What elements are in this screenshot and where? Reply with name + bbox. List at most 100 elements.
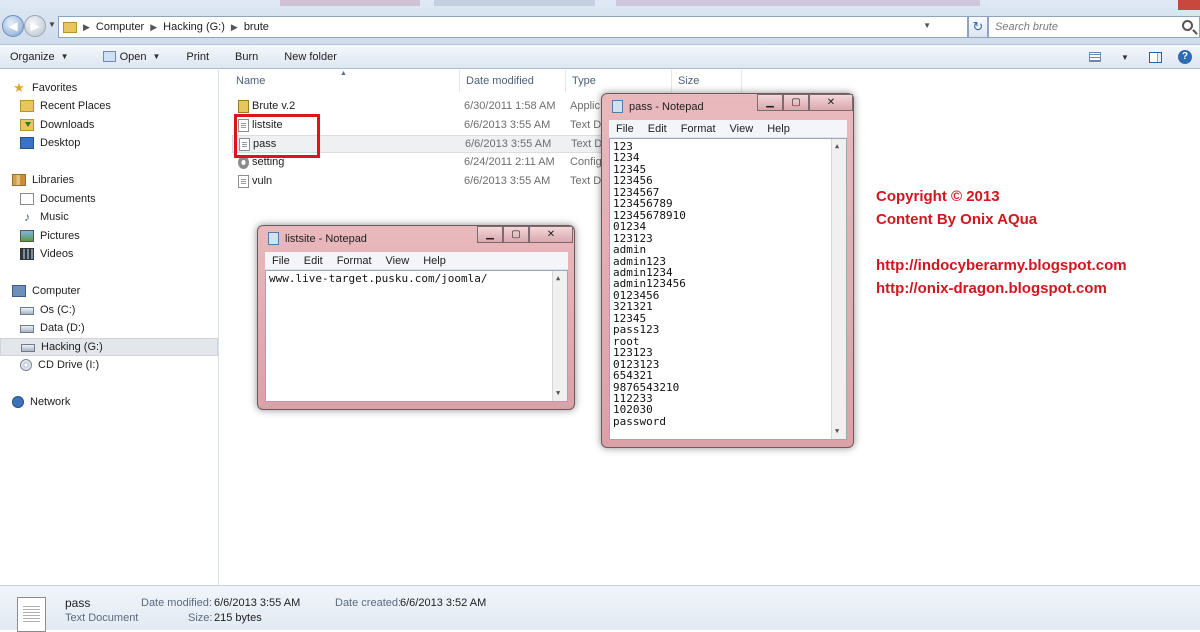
- minimize-button[interactable]: ▁: [477, 226, 503, 243]
- nav-libraries-label: Libraries: [32, 174, 75, 186]
- nav-desktop[interactable]: Desktop: [20, 134, 238, 152]
- details-modified-value: 6/6/2013 3:55 AM: [214, 597, 301, 609]
- menu-file[interactable]: File: [265, 255, 297, 267]
- highlight-annotation-box: [234, 114, 320, 158]
- details-file-kind: Text Document: [65, 612, 139, 624]
- scroll-down-icon[interactable]: ▼: [835, 426, 839, 437]
- forward-button[interactable]: ▶: [24, 15, 46, 37]
- breadcrumb-drive[interactable]: Hacking (G:): [163, 21, 225, 33]
- text-line: 654321: [613, 369, 653, 383]
- text-line: 321321: [613, 300, 653, 314]
- scroll-up-icon[interactable]: ▲: [835, 141, 839, 152]
- menu-file[interactable]: File: [609, 123, 641, 135]
- new-folder-button[interactable]: New folder: [274, 51, 347, 63]
- search-input[interactable]: Search brute: [988, 16, 1200, 38]
- chevron-down-icon: ▼: [152, 52, 161, 61]
- address-box[interactable]: ▶ Computer ▶ Hacking (G:) ▶ brute ▼: [58, 16, 968, 38]
- scroll-down-icon[interactable]: ▼: [556, 388, 560, 399]
- nav-libraries[interactable]: Libraries: [12, 171, 230, 189]
- breadcrumb-folder[interactable]: brute: [244, 21, 269, 33]
- nav-drive-c-label: Os (C:): [40, 304, 76, 316]
- nav-favorites-label: Favorites: [32, 82, 78, 94]
- nav-drive-g[interactable]: Hacking (G:): [0, 338, 218, 356]
- nav-pictures[interactable]: Pictures: [20, 227, 238, 245]
- file-date: 6/30/2011 1:58 AM: [464, 100, 556, 112]
- menu-view[interactable]: View: [379, 255, 417, 267]
- search-icon[interactable]: [1182, 20, 1193, 31]
- address-history-dropdown-icon[interactable]: ▼: [923, 21, 931, 30]
- help-button[interactable]: ?: [1174, 48, 1196, 66]
- file-date: 6/24/2011 2:11 AM: [464, 156, 555, 168]
- folder-icon: [63, 21, 77, 33]
- text-line: admin: [613, 243, 647, 257]
- print-button[interactable]: Print: [176, 51, 219, 63]
- notepad-text-area[interactable]: www.live-target.pusku.com/joomla/ ▲ ▼: [265, 270, 568, 402]
- back-button[interactable]: ◀: [2, 15, 24, 37]
- notepad-menu-bar: File Edit Format View Help: [265, 252, 568, 270]
- recent-pages-dropdown-icon[interactable]: ▼: [48, 20, 56, 29]
- close-button[interactable]: ✕: [809, 94, 853, 111]
- nav-drive-d[interactable]: Data (D:): [20, 319, 238, 337]
- libraries-icon: [12, 174, 26, 186]
- text-line: 12345678910: [613, 208, 686, 222]
- nav-music[interactable]: ♪ Music: [20, 208, 238, 226]
- nav-recent-places[interactable]: Recent Places: [20, 97, 238, 115]
- maximize-button[interactable]: ▢: [503, 226, 529, 243]
- hard-drive-icon: [20, 307, 34, 315]
- column-header-date[interactable]: Date modified: [460, 70, 566, 92]
- nav-network[interactable]: Network: [12, 393, 230, 411]
- nav-drive-c[interactable]: Os (C:): [20, 301, 238, 319]
- vertical-scrollbar[interactable]: ▲ ▼: [552, 271, 567, 401]
- text-line: 01234: [613, 220, 647, 234]
- change-view-button[interactable]: [1084, 48, 1106, 66]
- menu-edit[interactable]: Edit: [297, 255, 330, 267]
- notepad-menu-bar: File Edit Format View Help: [609, 120, 847, 138]
- film-icon: [20, 248, 34, 260]
- chevron-down-icon: ▼: [60, 52, 69, 61]
- text-line: 1234: [613, 151, 640, 165]
- notepad-text-area[interactable]: 123 1234 12345 123456 1234567 123456789 …: [609, 138, 847, 440]
- menu-help[interactable]: Help: [760, 123, 797, 135]
- maximize-button[interactable]: ▢: [783, 94, 809, 111]
- menu-view[interactable]: View: [723, 123, 761, 135]
- column-header-size[interactable]: Size: [672, 70, 742, 92]
- burn-button[interactable]: Burn: [225, 51, 268, 63]
- nav-videos[interactable]: Videos: [20, 245, 238, 263]
- nav-videos-label: Videos: [40, 248, 74, 260]
- vertical-scrollbar[interactable]: ▲ ▼: [831, 139, 846, 439]
- nav-computer[interactable]: Computer: [12, 282, 230, 300]
- text-line: 123123: [613, 346, 653, 360]
- author-text: Content By Onix AQua: [876, 211, 1038, 228]
- pictures-icon: [20, 230, 34, 242]
- notepad-app-icon: [612, 100, 623, 113]
- scroll-up-icon[interactable]: ▲: [556, 273, 560, 284]
- nav-documents[interactable]: Documents: [20, 190, 238, 208]
- nav-favorites[interactable]: ★ Favorites: [12, 79, 230, 97]
- column-header-type[interactable]: Type: [566, 70, 672, 92]
- notepad-window-listsite[interactable]: listsite - Notepad ▁ ▢ ✕ File Edit Forma…: [257, 225, 575, 410]
- hard-drive-icon: [21, 344, 35, 352]
- menu-help[interactable]: Help: [416, 255, 453, 267]
- details-created-label: Date created:: [335, 597, 402, 609]
- views-icon: [1089, 52, 1101, 62]
- preview-pane-button[interactable]: [1144, 48, 1166, 66]
- nav-downloads[interactable]: Downloads: [20, 116, 238, 134]
- nav-network-label: Network: [30, 396, 71, 408]
- view-options-dropdown[interactable]: ▼: [1114, 48, 1136, 66]
- notepad-window-pass[interactable]: pass - Notepad ▁ ▢ ✕ File Edit Format Vi…: [601, 93, 854, 448]
- nav-computer-label: Computer: [32, 285, 81, 297]
- menu-format[interactable]: Format: [674, 123, 723, 135]
- organize-button[interactable]: Organize ▼: [0, 51, 79, 63]
- close-button[interactable]: ✕: [529, 226, 573, 243]
- refresh-button[interactable]: ↻: [968, 16, 988, 38]
- breadcrumb-computer[interactable]: Computer: [96, 21, 144, 33]
- minimize-button[interactable]: ▁: [757, 94, 783, 111]
- menu-format[interactable]: Format: [330, 255, 379, 267]
- window-close-corner[interactable]: [1178, 0, 1200, 10]
- open-button[interactable]: Open ▼: [93, 51, 171, 63]
- command-bar: Organize ▼ Open ▼ Print Burn New folder …: [0, 45, 1200, 69]
- nav-cd-drive[interactable]: CD Drive (I:): [20, 356, 238, 374]
- organize-label: Organize: [10, 50, 55, 63]
- text-line: pass123: [613, 323, 660, 337]
- menu-edit[interactable]: Edit: [641, 123, 674, 135]
